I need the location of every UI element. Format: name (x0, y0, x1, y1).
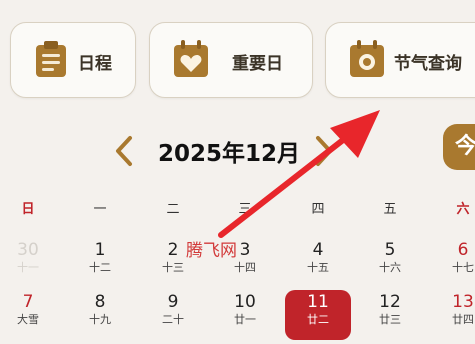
lunar-date: 十五 (307, 261, 329, 274)
month-navigation: 2025年12月 (0, 120, 475, 180)
lunar-date: 廿一 (234, 313, 256, 326)
lunar-date: 廿四 (452, 313, 474, 326)
weekday-mon: 一 (93, 202, 107, 217)
day-number: 4 (312, 240, 324, 260)
schedule-button[interactable]: 日程 (10, 22, 136, 98)
day-number: 5 (384, 240, 396, 260)
weekday-wed: 三 (238, 202, 252, 217)
weekday-fri: 五 (383, 202, 397, 217)
day-number: 9 (167, 292, 179, 312)
month-title: 2025年12月 (158, 141, 301, 167)
calendar-heart-icon (174, 40, 208, 77)
day-number: 12 (379, 292, 401, 312)
clipboard-schedule-icon (36, 41, 66, 77)
chevron-left-icon[interactable] (112, 134, 136, 168)
day-number: 13 (452, 292, 474, 312)
day-number: 10 (234, 292, 256, 312)
calendar-sun-icon (350, 40, 384, 77)
day-number: 11 (307, 292, 329, 312)
important-day-button[interactable]: 重要日 (149, 22, 313, 98)
important-day-label: 重要日 (232, 54, 283, 74)
calendar-day-cell[interactable]: 6 十七 (430, 240, 475, 292)
calendar-day-cell[interactable]: 8 十九 (67, 292, 133, 344)
weekday-thu: 四 (311, 202, 325, 217)
lunar-date: 廿二 (307, 313, 329, 326)
lunar-date: 大雪 (17, 313, 39, 326)
day-number: 30 (17, 240, 39, 260)
calendar-day-cell[interactable]: 4 十五 (285, 240, 351, 292)
watermark-text: 腾飞网 (186, 241, 237, 261)
today-button[interactable]: 今 (443, 124, 475, 170)
quick-actions-bar: 日程 重要日 节气查询 (0, 0, 475, 115)
day-number: 1 (94, 240, 106, 260)
lunar-date: 二十 (162, 313, 184, 326)
lunar-date: 廿三 (379, 313, 401, 326)
weekday-sat: 六 (456, 202, 470, 217)
solar-term-query-label: 节气查询 (394, 54, 462, 74)
day-number: 6 (457, 240, 469, 260)
calendar-day-cell-today[interactable]: 11 廿二 (285, 290, 351, 340)
weekday-tue: 二 (166, 202, 180, 217)
solar-term-query-button[interactable]: 节气查询 (325, 22, 475, 98)
lunar-date: 十七 (452, 261, 474, 274)
lunar-date: 十三 (162, 261, 184, 274)
calendar-day-cell[interactable]: 12 廿三 (357, 292, 423, 344)
calendar-day-cell[interactable]: 5 十六 (357, 240, 423, 292)
calendar-day-cell[interactable]: 9 二十 (140, 292, 206, 344)
calendar-day-cell[interactable]: 13 廿四 (430, 292, 475, 344)
lunar-date: 十一 (17, 261, 39, 274)
lunar-date: 十二 (89, 261, 111, 274)
lunar-date: 十六 (379, 261, 401, 274)
weekday-sun: 日 (21, 202, 35, 217)
lunar-date: 十九 (89, 313, 111, 326)
calendar-day-cell[interactable]: 7 大雪 (0, 292, 61, 344)
calendar-day-cell[interactable]: 1 十二 (67, 240, 133, 292)
schedule-label: 日程 (78, 54, 112, 74)
calendar-day-cell[interactable]: 30 十一 (0, 240, 61, 292)
weekday-header: 日 一 二 三 四 五 六 (0, 198, 475, 222)
day-number: 7 (22, 292, 34, 312)
chevron-right-icon[interactable] (312, 134, 336, 168)
lunar-date: 十四 (234, 261, 256, 274)
calendar-day-cell[interactable]: 10 廿一 (212, 292, 278, 344)
day-number: 8 (94, 292, 106, 312)
